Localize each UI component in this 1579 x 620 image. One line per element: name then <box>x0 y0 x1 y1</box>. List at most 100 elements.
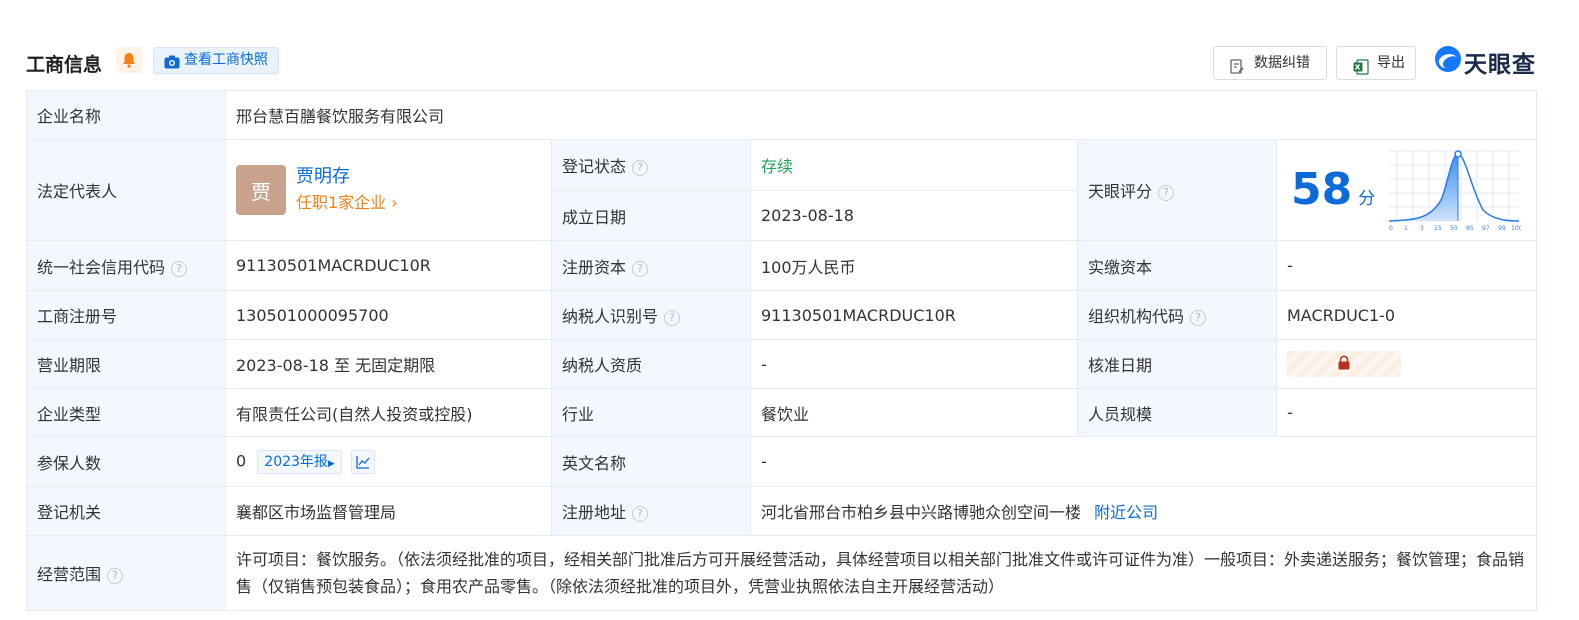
english-name-value: - <box>749 436 1538 487</box>
help-icon[interactable]: ? <box>632 160 649 176</box>
legal-rep-name-link[interactable]: 贾明存 <box>296 164 398 190</box>
address-value: 河北省邢台市柏乡县中兴路博驰众创空间一楼 <box>761 503 1082 522</box>
help-icon[interactable]: ? <box>632 260 649 277</box>
org-code-label: 组织机构代码? <box>1077 290 1277 340</box>
credit-code-label: 统一社会信用代码? <box>26 240 226 291</box>
view-snapshot-button[interactable]: 查看工商快照 <box>153 47 279 74</box>
data-correction-label: 数据纠错 <box>1254 55 1310 71</box>
help-icon[interactable]: ? <box>664 310 681 326</box>
section-title: 工商信息 <box>26 54 103 76</box>
chart-tick-label: 85 <box>1466 225 1474 232</box>
chart-tick-label: 3 <box>1420 225 1424 232</box>
score-number: 58 <box>1291 164 1353 215</box>
table-row: 经营范围? 许可项目：餐饮服务。（依法须经批准的项目，经相关部门批准后方可开展经… <box>26 535 1538 611</box>
scope-label-text: 经营范围 <box>37 565 102 584</box>
camera-icon <box>164 53 180 78</box>
score-label: 天眼评分? <box>1077 139 1277 241</box>
term-value: 2023-08-18 至 无固定期限 <box>225 339 552 389</box>
reg-capital-label-text: 注册资本 <box>562 257 627 277</box>
term-label: 营业期限 <box>26 339 226 389</box>
company-type-value: 有限责任公司(自然人投资或控股) <box>225 388 552 437</box>
taxpayer-id-label: 纳税人识别号? <box>551 290 751 340</box>
table-row: 工商注册号 130501000095700 纳税人识别号? 91130501MA… <box>26 290 1538 340</box>
reg-capital-label: 注册资本? <box>551 240 751 291</box>
score-unit: 分 <box>1358 189 1376 209</box>
reg-status-label: 登记状态? <box>551 139 751 191</box>
company-name-label: 企业名称 <box>26 90 226 140</box>
chart-tick-label: 97 <box>1482 225 1490 232</box>
legal-rep-jobs-link[interactable]: 任职1家企业 › <box>296 190 398 216</box>
caret-right-icon: ▶ <box>327 458 335 469</box>
authority-value: 襄都区市场监督管理局 <box>225 486 552 536</box>
address-label-text: 注册地址 <box>562 503 627 522</box>
org-code-label-text: 组织机构代码 <box>1088 307 1185 326</box>
address-label: 注册地址? <box>551 486 751 536</box>
paid-capital-label: 实缴资本 <box>1077 240 1277 291</box>
approve-date-cell <box>1275 339 1538 389</box>
company-type-label: 企业类型 <box>26 388 226 437</box>
chart-tick-label: 100 <box>1511 225 1521 232</box>
industry-label: 行业 <box>551 388 751 437</box>
lock-icon <box>1337 355 1351 374</box>
excel-icon <box>1353 55 1369 87</box>
tianyancha-logo-icon <box>1434 45 1462 79</box>
found-date-label: 成立日期 <box>551 190 751 241</box>
nearby-companies-link[interactable]: 附近公司 <box>1094 503 1158 522</box>
scope-label: 经营范围? <box>26 535 226 611</box>
paid-capital-value: - <box>1275 240 1538 291</box>
tax-qual-label: 纳税人资质 <box>551 339 751 389</box>
help-icon[interactable]: ? <box>1190 310 1207 326</box>
tianyancha-logo: 天眼查 <box>1434 45 1536 79</box>
export-button[interactable]: 导出 <box>1336 46 1416 80</box>
score-cell[interactable]: 58 分 0 1 3 15 50 85 97 99 100 <box>1275 139 1538 241</box>
table-row: 参保人数 0 2023年报▶ 英文名称 - <box>26 436 1538 487</box>
staff-size-value: - <box>1275 388 1538 437</box>
taxpayer-id-value: 91130501MACRDUC10R <box>750 290 1078 340</box>
locked-value[interactable] <box>1287 351 1401 377</box>
annual-report-link[interactable]: 2023年报▶ <box>257 449 342 474</box>
export-label: 导出 <box>1377 55 1405 71</box>
trend-chart-icon[interactable] <box>350 449 375 474</box>
score-distribution-chart: 0 1 3 15 50 85 97 99 100 <box>1388 150 1521 232</box>
table-row: 营业期限 2023-08-18 至 无固定期限 纳税人资质 - 核准日期 <box>26 339 1538 389</box>
insured-label: 参保人数 <box>26 436 226 487</box>
help-icon[interactable]: ? <box>1158 185 1175 201</box>
industry-value: 餐饮业 <box>750 388 1078 437</box>
section-header: 工商信息 查看工商快照 数据纠错 导出 天眼查 <box>26 46 1536 80</box>
credit-code-label-text: 统一社会信用代码 <box>37 257 166 277</box>
score-value: 58 分 <box>1291 164 1375 215</box>
annual-report-text: 2023年报 <box>264 453 328 470</box>
edit-doc-icon <box>1230 55 1244 87</box>
chart-tick-label: 0 <box>1389 225 1393 232</box>
table-row: 企业名称 邢台慧百膳餐饮服务有限公司 <box>26 90 1538 140</box>
help-icon[interactable]: ? <box>632 506 649 522</box>
data-correction-button[interactable]: 数据纠错 <box>1213 46 1327 80</box>
scope-value: 许可项目：餐饮服务。（依法须经批准的项目，经相关部门批准后方可开展经营活动，具体… <box>224 535 1538 611</box>
business-info-table: 企业名称 邢台慧百膳餐饮服务有限公司 法定代表人 贾 贾明存 任职1家企业 › … <box>26 90 1538 611</box>
reg-no-label: 工商注册号 <box>26 290 226 340</box>
reg-status-label-text: 登记状态 <box>562 157 627 176</box>
found-date-value: 2023-08-18 <box>750 190 1078 241</box>
english-name-label: 英文名称 <box>551 436 751 487</box>
legal-rep-label: 法定代表人 <box>26 139 226 241</box>
reg-status-value: 存续 <box>750 139 1078 191</box>
chart-tick-label: 99 <box>1498 225 1506 232</box>
address-cell: 河北省邢台市柏乡县中兴路博驰众创空间一楼 附近公司 <box>749 486 1538 536</box>
help-icon[interactable]: ? <box>171 260 188 277</box>
company-name-value: 邢台慧百膳餐饮服务有限公司 <box>224 90 1538 140</box>
taxpayer-id-label-text: 纳税人识别号 <box>562 307 659 326</box>
chevron-right-icon: › <box>391 193 398 212</box>
table-row: 企业类型 有限责任公司(自然人投资或控股) 行业 餐饮业 人员规模 - <box>26 388 1538 437</box>
legal-rep-jobs-text: 任职1家企业 <box>296 193 387 212</box>
help-icon[interactable]: ? <box>107 568 124 584</box>
chart-tick-label: 50 <box>1450 225 1458 232</box>
reg-no-value: 130501000095700 <box>225 290 552 340</box>
table-row: 统一社会信用代码? 91130501MACRDUC10R 注册资本? 100万人… <box>26 240 1538 291</box>
logo-text: 天眼查 <box>1464 52 1536 78</box>
avatar: 贾 <box>236 165 286 215</box>
bell-icon[interactable] <box>116 47 142 73</box>
view-snapshot-label: 查看工商快照 <box>184 52 268 68</box>
chart-tick-label: 15 <box>1434 225 1442 232</box>
score-label-text: 天眼评分 <box>1088 182 1153 201</box>
table-row: 登记机关 襄都区市场监督管理局 注册地址? 河北省邢台市柏乡县中兴路博驰众创空间… <box>26 486 1538 536</box>
